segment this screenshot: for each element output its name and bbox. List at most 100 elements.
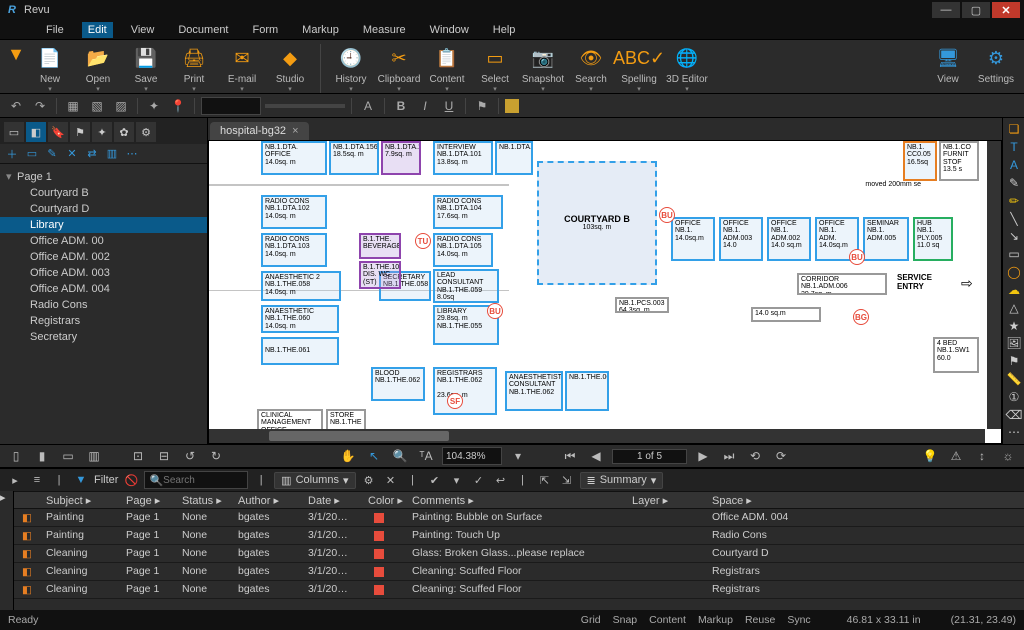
markup-badge[interactable]: BU [849,249,865,265]
tree-item[interactable]: Courtyard D [0,201,207,217]
rotate-cw[interactable]: ↻ [206,447,226,465]
room-region[interactable]: NB.1.DTA.1017.9sq. m [381,141,421,175]
room-region[interactable]: NB.1.DTA.OFFICE14.0sq. m [261,141,327,175]
sidebar-tab-properties[interactable]: ✦ [92,122,112,142]
room-region[interactable]: B.1.THE.10DIS. WC(ST) [359,261,401,289]
pointer-tool[interactable]: ↖ [364,447,384,465]
mk-settings-icon[interactable]: ⚙ [360,471,378,489]
ribbon-search[interactable]: 👁Search▾ [569,44,613,93]
tree-item[interactable]: Office ADM. 003 [0,265,207,281]
opacity-slider[interactable] [265,104,345,108]
menu-document[interactable]: Document [172,22,234,38]
ribbon-settings[interactable]: ⚙Settings [974,44,1018,85]
tool-highlight[interactable]: ❏ [1005,122,1023,137]
mk-check-icon[interactable]: ✓ [470,471,488,489]
markup-row[interactable]: ◧PaintingPage 1Nonebgates3/1/20…Painting… [14,527,1024,545]
markup-col-comments[interactable]: Comments ▸ [406,492,626,508]
mk-status-icon[interactable]: ✔ [426,471,444,489]
tool-marker[interactable]: ✏ [1005,193,1023,208]
tree-item[interactable]: Office ADM. 004 [0,281,207,297]
tool-polyline[interactable]: △ [1005,300,1023,315]
markup-row[interactable]: ◧CleaningPage 1Nonebgates3/1/20…Glass: B… [14,545,1024,563]
room-region[interactable]: NB.1.DTA.101 [495,141,533,175]
document-viewport[interactable]: NB.1.DTA.OFFICE14.0sq. mNB.1.DTA.15618.5… [208,140,1002,444]
first-page-button[interactable]: ⏮ [560,447,580,465]
vertical-scrollbar[interactable] [987,141,1001,429]
mk-status-drop[interactable]: ▾ [448,471,466,489]
prev-page-button[interactable]: ◀ [586,447,606,465]
toggle-c[interactable]: ▨ [111,97,131,115]
menu-form[interactable]: Form [247,22,285,38]
sidebar-tab-settings[interactable]: ⚙ [136,122,156,142]
ribbon-e-mail[interactable]: ✉E-mail▾ [220,44,264,93]
ribbon-spelling[interactable]: ABC✓Spelling▾ [617,44,661,93]
ribbon-history[interactable]: 🕘History▾ [329,44,373,93]
space-tool-b[interactable]: ✎ [44,146,60,162]
tree-item[interactable]: Registrars [0,313,207,329]
room-region[interactable]: BLOODNB.1.THE.062 [371,367,425,401]
space-tool-c[interactable]: ✕ [64,146,80,162]
markup-col-color[interactable]: Color ▸ [362,492,406,508]
color-swatch[interactable] [505,99,519,113]
horizontal-scrollbar[interactable] [209,429,985,443]
markup-row[interactable]: ◧PaintingPage 1Nonebgates3/1/20…Painting… [14,509,1024,527]
room-region[interactable]: RADIO CONSNB.1.DTA.10214.0sq. m [261,195,327,229]
split-view-a[interactable]: ▯ [6,447,26,465]
menu-markup[interactable]: Markup [296,22,345,38]
pan-tool[interactable]: ✋ [338,447,358,465]
window-minimize-button[interactable]: — [932,2,960,18]
markup-row[interactable]: ◧CleaningPage 1Nonebgates3/1/20…Cleaning… [14,563,1024,581]
room-region[interactable]: INTERVIEWNB.1.DTA.10113.8sq. m [433,141,493,175]
room-region[interactable]: OFFICENB.1.14.0sq.m [671,217,715,261]
room-region[interactable]: LEADCONSULTANTNB.1.THE.059 8.0sq [433,269,499,303]
text-select-tool[interactable]: ᵀA [416,447,436,465]
room-region[interactable]: NB.1.CC0.0516.5sq [903,141,937,181]
markup-col-subject[interactable]: Subject ▸ [40,492,120,508]
markup-row[interactable]: ◧CleaningPage 1Nonebgates3/1/20…Cleaning… [14,581,1024,599]
room-region[interactable]: OFFICENB.1.ADM.00214.0 sq.m [767,217,811,261]
markup-col-layer[interactable]: Layer ▸ [626,492,706,508]
ribbon-select[interactable]: ▭Select▾ [473,44,517,93]
menu-measure[interactable]: Measure [357,22,412,38]
next-page-button[interactable]: ▶ [693,447,713,465]
ribbon-content[interactable]: 📋Content▾ [425,44,469,93]
mk-export-icon[interactable]: ⇲ [558,471,576,489]
room-region[interactable]: ANAESTHETICNB.1.THE.06014.0sq. m [261,305,339,333]
pushpin-tool[interactable]: 📍 [168,97,188,115]
filter-label[interactable]: Filter [94,474,118,486]
fit-page[interactable]: ⊡ [128,447,148,465]
sidebar-tab-flags[interactable]: ⚑ [70,122,90,142]
tool-text[interactable]: T [1005,140,1023,155]
split-view-d[interactable]: ▥ [84,447,104,465]
ribbon-studio[interactable]: ◆Studio▾ [268,44,312,93]
ribbon-print[interactable]: 🖨Print▾ [172,44,216,93]
tool-measure[interactable]: 📏 [1005,372,1023,387]
tool-rect[interactable]: ▭ [1005,247,1023,262]
menu-file[interactable]: File [40,22,70,38]
room-region[interactable]: 4 BEDNB.1.SW160.0 [933,337,979,373]
markup-badge[interactable]: BU [487,303,503,319]
tool-note[interactable]: A [1005,158,1023,173]
tool-stamp[interactable]: ★ [1005,318,1023,333]
room-region[interactable]: ANAESTHETISTCONSULTANTNB.1.THE.062 [505,371,563,411]
tree-root[interactable]: ▾ Page 1 [0,168,207,185]
columns-chip[interactable]: ▥ Columns ▾ [274,472,355,489]
tree-item[interactable]: Secretary [0,329,207,345]
markup-search[interactable]: 🔍 [144,471,248,489]
room-region[interactable]: RADIO CONSNB.1.DTA.10417.6sq. m [433,195,503,229]
ribbon-new[interactable]: 📄New▾ [28,44,72,93]
mk-clear-icon[interactable]: ✕ [382,471,400,489]
sync-icon[interactable]: ↕ [972,447,992,465]
sidebar-tab-search[interactable]: ✿ [114,122,134,142]
markup-col-author[interactable]: Author ▸ [232,492,302,508]
status-modes[interactable]: GridSnapContentMarkupReuseSync [575,614,817,626]
ribbon-save[interactable]: 💾Save▾ [124,44,168,93]
ribbon-open[interactable]: 📂Open▾ [76,44,120,93]
flag-tool[interactable]: ⚑ [472,97,492,115]
room-region[interactable]: NB.1.DTA.15618.5sq. m [329,141,379,175]
markup-col-page[interactable]: Page ▸ [120,492,176,508]
markup-badge[interactable]: TU [415,233,431,249]
room-region[interactable]: HUBNB.1.PLY.00511.0 sq [913,217,953,261]
markup-left-strip[interactable]: ▸ [0,491,14,610]
ribbon-3d-editor[interactable]: 🌐3D Editor▾ [665,44,709,93]
